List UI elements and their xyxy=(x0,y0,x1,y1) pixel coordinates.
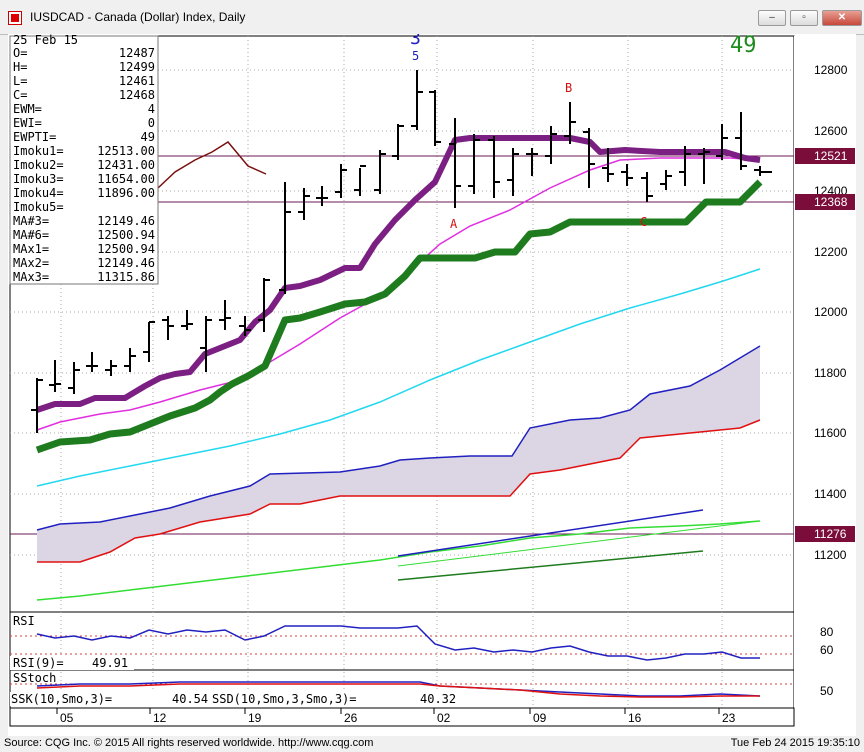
wave-label-3: 3 xyxy=(410,34,421,49)
date-tick: 16 xyxy=(628,711,642,725)
rsi-value-label: RSI(9)= xyxy=(13,656,64,670)
data-row-label: MAx1= xyxy=(13,242,49,256)
data-row-label: C= xyxy=(13,88,27,102)
data-row-value: 12468 xyxy=(119,88,155,102)
data-row-label: MAx3= xyxy=(13,270,49,284)
ssd-value: 40.32 xyxy=(420,692,456,706)
timestamp-text: Tue Feb 24 2015 19:35:10 xyxy=(730,737,860,749)
date-tick: 09 xyxy=(533,711,547,725)
data-row-value: 12487 xyxy=(119,46,155,60)
date-tick: 23 xyxy=(722,711,736,725)
data-row-label: O= xyxy=(13,46,27,60)
date-tick: 12 xyxy=(153,711,167,725)
title-bar: IUSDCAD - Canada (Dollar) Index, Daily –… xyxy=(0,0,864,35)
source-text: Source: CQG Inc. © 2015 All rights reser… xyxy=(4,737,374,749)
price-tick: 12800 xyxy=(814,63,848,77)
current-low-tag-text: 12368 xyxy=(814,195,848,209)
data-row-label: MA#3= xyxy=(13,214,49,228)
data-row-label: Imoku1= xyxy=(13,144,64,158)
ssk-value: 40.54 xyxy=(172,692,208,706)
data-row-label: EWPTI= xyxy=(13,130,56,144)
price-tick: 12200 xyxy=(814,245,848,259)
data-row-value: 0 xyxy=(148,116,155,130)
data-row-value: 11315.86 xyxy=(97,270,155,284)
maximize-button[interactable]: ▫ xyxy=(790,10,818,26)
minimize-button[interactable]: – xyxy=(758,10,786,26)
price-tick: 11400 xyxy=(814,487,847,501)
ssd-label: SSD(10,Smo,3,Smo,3)= xyxy=(212,692,357,706)
data-row-value: 11654.00 xyxy=(97,172,155,186)
data-row-label: H= xyxy=(13,60,27,74)
chart-area[interactable]: 3 5 49 A B C 25 Feb 15 O= 12487 H= 12499… xyxy=(8,28,856,736)
data-row-value: 12149.46 xyxy=(97,256,155,270)
window-title: IUSDCAD - Canada (Dollar) Index, Daily xyxy=(30,10,246,24)
wave-label-a: A xyxy=(450,217,458,231)
data-row-label: Imoku3= xyxy=(13,172,64,186)
rsi-value: 49.91 xyxy=(92,656,128,670)
date-tick: 19 xyxy=(248,711,262,725)
date-axis xyxy=(9,707,795,727)
ssk-label: SSK(10,Smo,3)= xyxy=(11,692,112,706)
data-row-value: 12149.46 xyxy=(97,214,155,228)
data-row-value: 49 xyxy=(141,130,155,144)
rsi-level-80: 80 xyxy=(820,625,834,639)
wave-label-b: B xyxy=(565,81,572,95)
wave-label-5: 5 xyxy=(412,49,419,63)
current-high-tag-text: 12521 xyxy=(814,149,848,163)
data-row-value: 12461 xyxy=(119,74,155,88)
price-axis: 12800 12600 12400 12200 12000 11800 1160… xyxy=(814,63,848,562)
data-row-label: L= xyxy=(13,74,27,88)
date-tick: 26 xyxy=(344,711,358,725)
data-row-label: Imoku4= xyxy=(13,186,64,200)
app-icon xyxy=(8,11,22,25)
date-tick: 05 xyxy=(60,711,74,725)
sstoch-label: SStoch xyxy=(13,671,56,685)
rsi-label: RSI xyxy=(13,614,35,628)
data-row-value: 12513.00 xyxy=(97,144,155,158)
price-tick: 12600 xyxy=(814,124,848,138)
data-row-value: 12499 xyxy=(119,60,155,74)
data-row-value: 12500.94 xyxy=(97,228,155,242)
rsi-level-60: 60 xyxy=(820,643,834,657)
close-button[interactable]: ✕ xyxy=(822,10,862,26)
data-row-value: 11896.00 xyxy=(97,186,155,200)
sstoch-level-50: 50 xyxy=(820,684,834,698)
support-tag-text: 11276 xyxy=(814,527,847,541)
wave-label-c: C xyxy=(640,215,647,229)
data-row-label: EWM= xyxy=(13,102,42,116)
data-row-value: 12500.94 xyxy=(97,242,155,256)
price-tick: 11600 xyxy=(814,426,847,440)
data-row-label: MA#6= xyxy=(13,228,49,242)
chart-svg: 3 5 49 A B C 25 Feb 15 O= 12487 H= 12499… xyxy=(9,28,856,727)
data-row-value: 12431.00 xyxy=(97,158,155,172)
date-tick: 02 xyxy=(437,711,451,725)
data-row-value: 4 xyxy=(148,102,155,116)
data-row-label: EWI= xyxy=(13,116,42,130)
price-tick: 12000 xyxy=(814,305,848,319)
price-tick: 11200 xyxy=(814,548,847,562)
data-row-label: Imoku5= xyxy=(13,200,64,214)
data-row-label: Imoku2= xyxy=(13,158,64,172)
ewpti-value: 49 xyxy=(730,34,757,58)
data-row-label: MAx2= xyxy=(13,256,49,270)
price-tick: 11800 xyxy=(814,366,847,380)
